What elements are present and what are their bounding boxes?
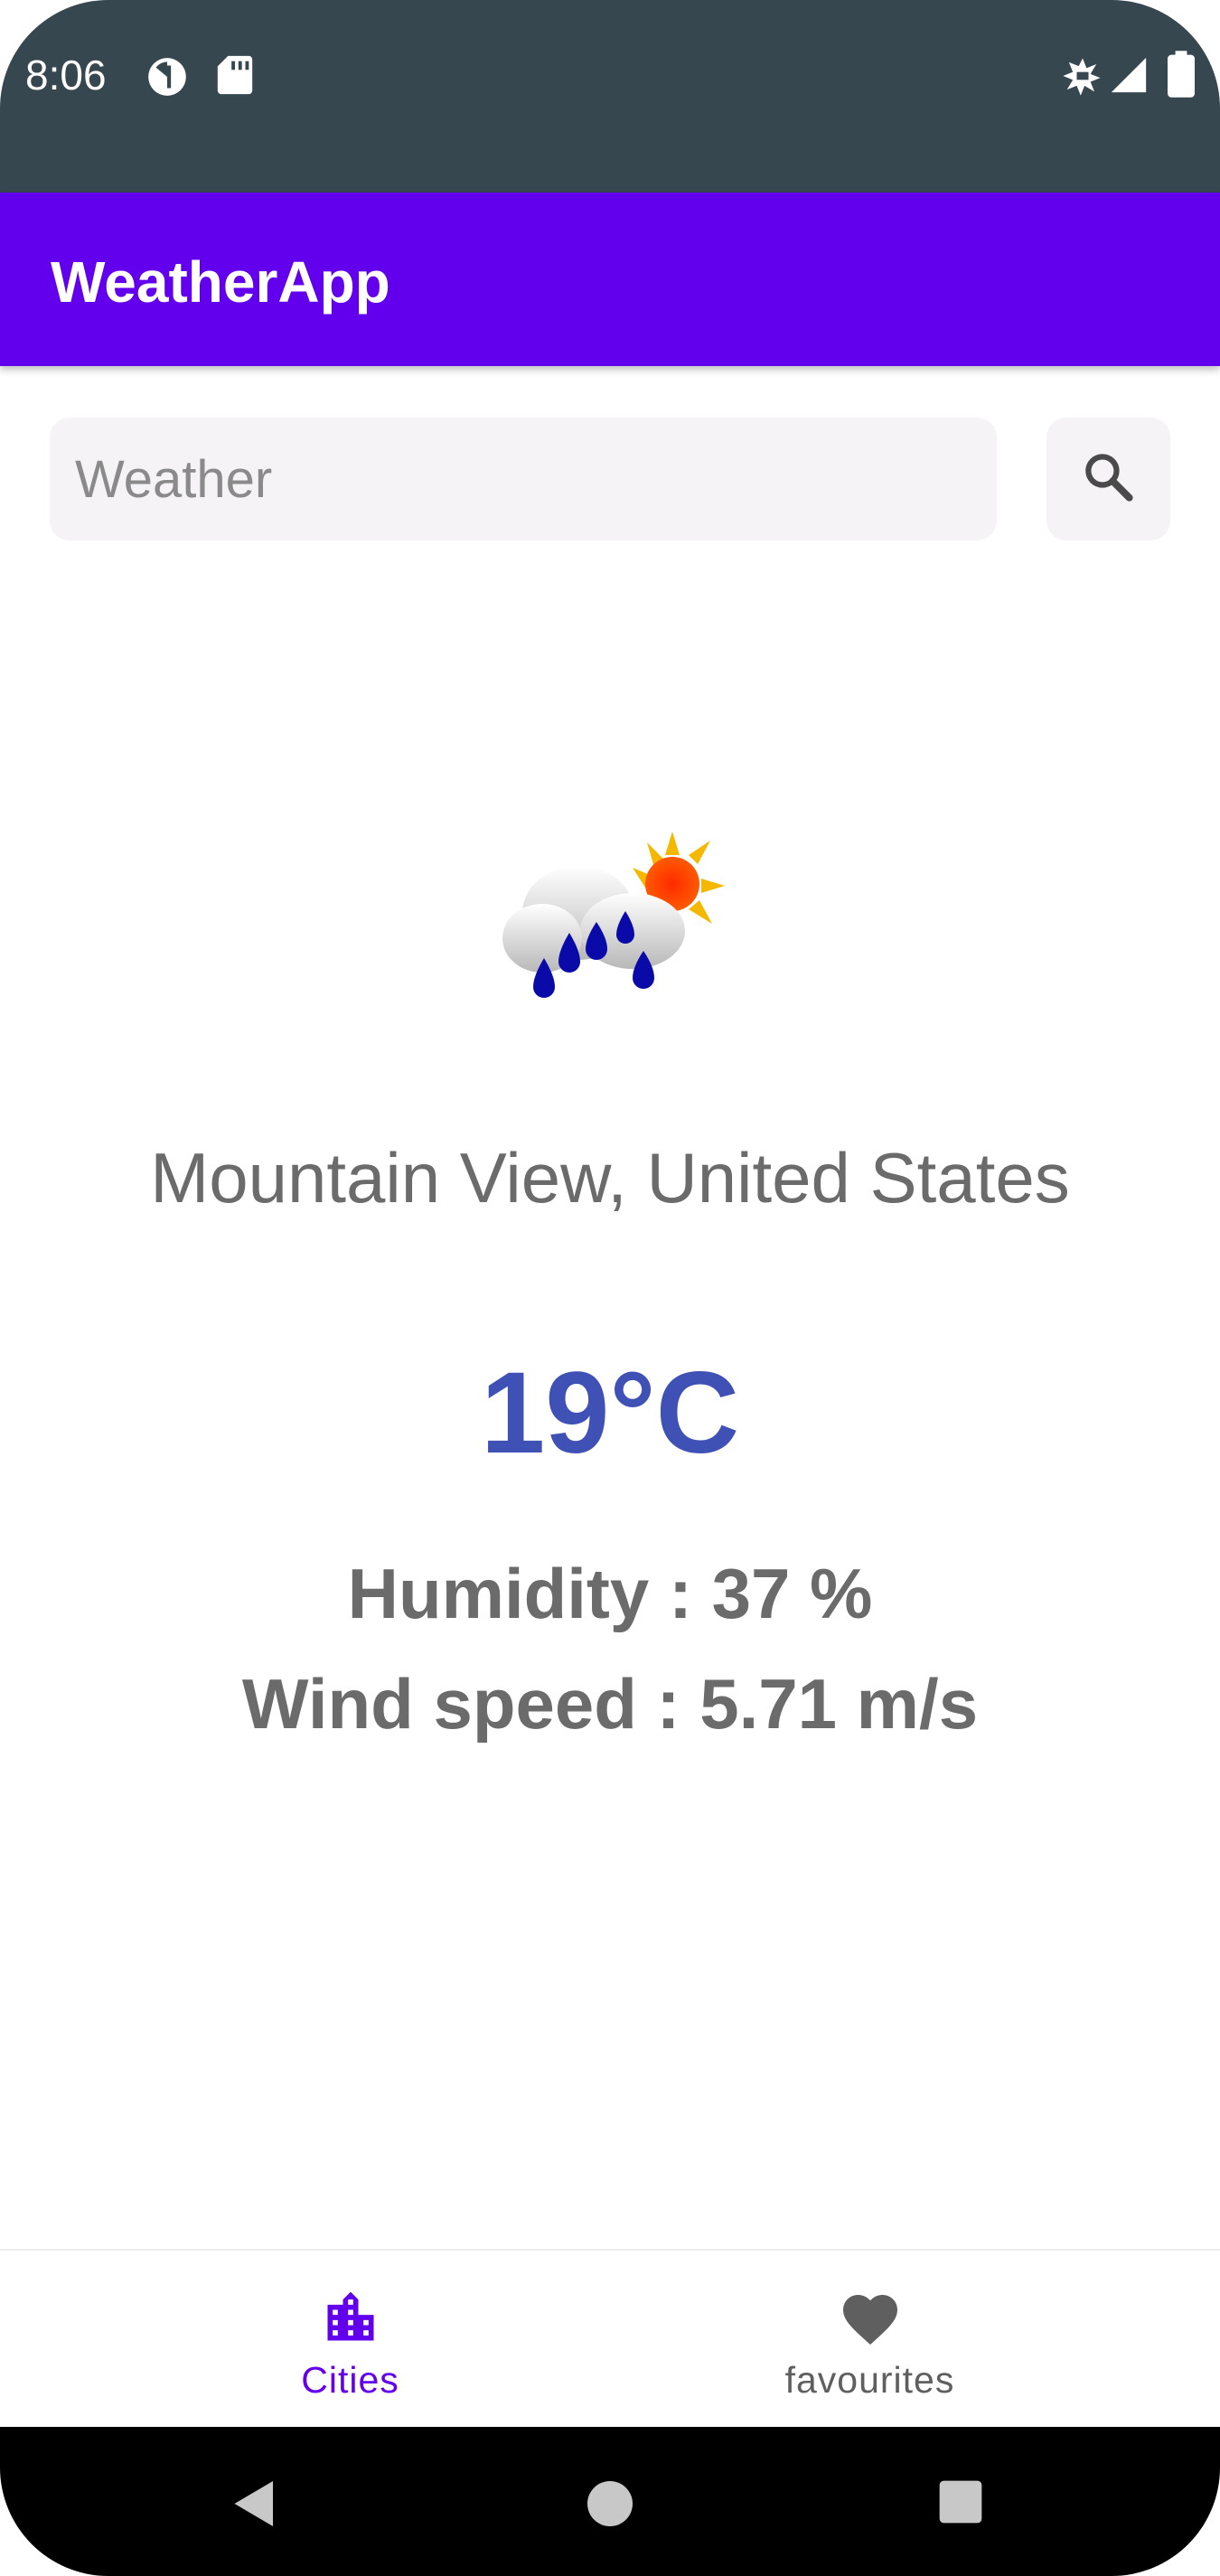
signal-icon [1059,52,1106,104]
battery-icon [1168,51,1195,102]
status-time: 8:06 [25,52,107,99]
wind-speed-label: Wind speed : 5.71 m/s [241,1664,979,1744]
device-screen: 8:06 WeatherApp Weather Mountain View, U… [0,0,1220,2576]
bottom-navigation: Cities favourites [0,2249,1220,2429]
search-input[interactable] [50,418,997,541]
sd-card-icon [217,54,253,100]
app-title: WeatherApp [51,249,390,315]
nav-item-favourites[interactable]: favourites [565,2251,1175,2429]
location-label: Mountain View, United States [150,1138,1070,1217]
status-bar: 8:06 [0,0,1220,193]
humidity-label: Humidity : 37 % [347,1554,873,1633]
search-button[interactable] [1046,418,1170,541]
app-bar: WeatherApp [0,193,1220,366]
heart-icon [838,2287,903,2356]
search-icon [1078,447,1140,512]
system-navigation-bar [0,2427,1220,2576]
cell-signal-icon [1108,54,1150,100]
home-icon[interactable] [583,2477,637,2535]
rain-and-sun-icon [488,823,732,1012]
back-icon[interactable] [228,2477,282,2535]
pie-chart-icon [145,54,190,104]
nav-label-favourites: favourites [784,2359,955,2401]
city-icon [320,2287,381,2353]
nav-label-cities: Cities [301,2359,399,2401]
temperature-value: 19°C [481,1349,739,1478]
recents-icon[interactable] [935,2477,986,2532]
nav-item-cities[interactable]: Cities [45,2251,655,2429]
